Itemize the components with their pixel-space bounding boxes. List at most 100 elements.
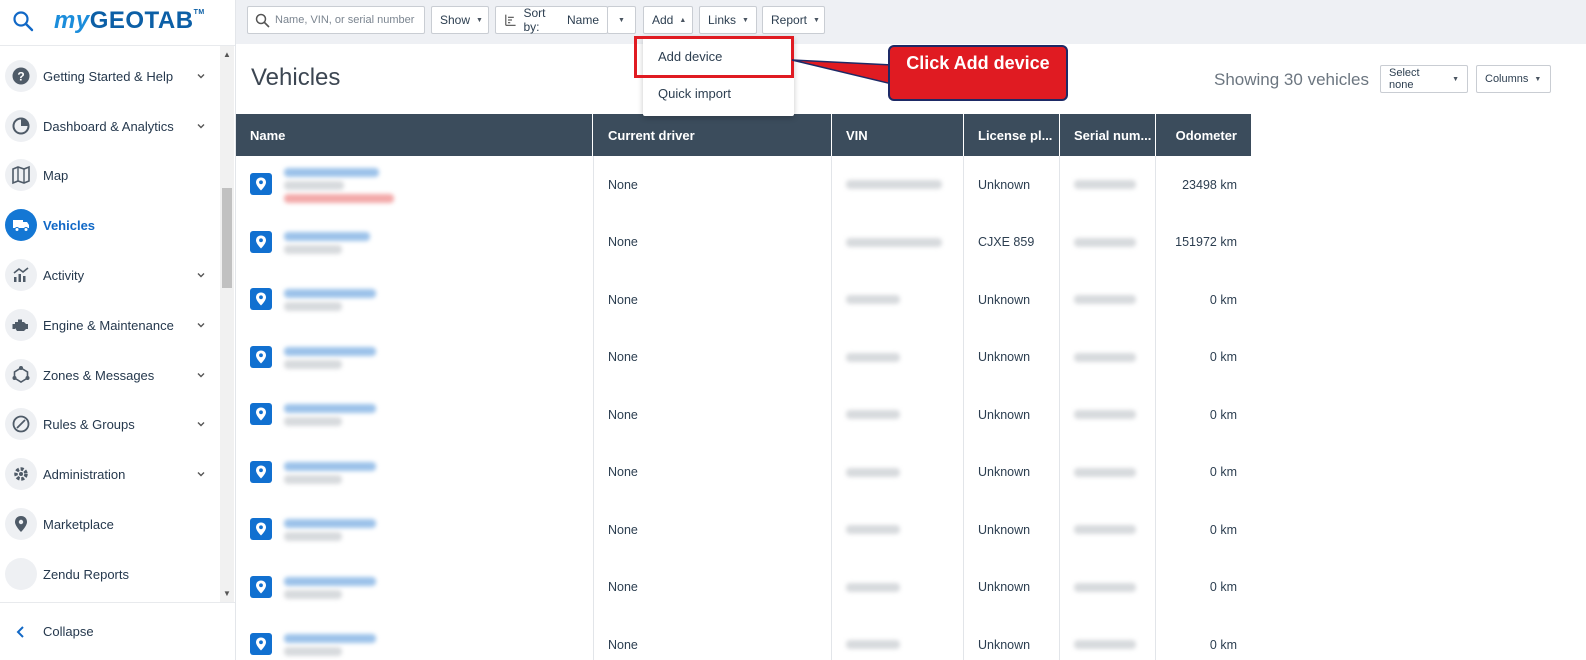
column-header-license-plate[interactable]: License pl... — [964, 114, 1060, 156]
vehicle-name[interactable] — [284, 576, 376, 586]
sidebar-item-label: Administration — [43, 466, 126, 482]
add-button[interactable]: Add ▲ — [643, 6, 693, 34]
table-row[interactable]: None Unknown 0 km — [236, 386, 1251, 443]
chevron-down-icon — [197, 422, 205, 427]
sidebar-item-engine[interactable]: Engine & Maintenance — [0, 302, 220, 348]
chevron-down-icon — [197, 472, 205, 477]
sidebar-item-dashboard[interactable]: Dashboard & Analytics — [0, 103, 220, 149]
table-row[interactable]: None Unknown 0 km — [236, 271, 1251, 328]
show-button[interactable]: Show ▼ — [431, 6, 489, 34]
caret-down-icon: ▼ — [813, 16, 820, 24]
report-label: Report — [771, 13, 808, 27]
links-label: Links — [708, 13, 737, 27]
cell-serial-number — [1060, 156, 1155, 213]
sidebar-item-map[interactable]: Map — [0, 152, 220, 198]
sidebar-item-zones[interactable]: Zones & Messages — [0, 352, 220, 398]
table-row[interactable]: None Unknown 0 km — [236, 329, 1251, 386]
serial-value — [1074, 410, 1136, 419]
map-pin-icon[interactable] — [250, 403, 272, 425]
column-header-serial-number[interactable]: Serial num... — [1060, 114, 1156, 156]
sidebar-item-getting-started[interactable]: ? Getting Started & Help — [0, 53, 220, 99]
links-button[interactable]: Links ▼ — [699, 6, 757, 34]
map-pin-icon[interactable] — [250, 575, 272, 598]
vehicle-name[interactable] — [284, 461, 376, 471]
serial-value — [1074, 582, 1136, 592]
column-header-name[interactable]: Name — [236, 114, 593, 156]
pie-chart-icon — [5, 110, 37, 142]
vehicle-subtitle — [284, 244, 342, 254]
map-pin-icon[interactable] — [250, 288, 272, 310]
table-row[interactable]: None Unknown 0 km — [236, 501, 1251, 558]
add-device-menu-item[interactable]: Add device — [643, 38, 794, 74]
search-icon — [255, 13, 270, 28]
column-header-driver[interactable]: Current driver — [594, 114, 832, 156]
sidebar-item-label: Activity — [43, 267, 85, 283]
sidebar-scrollbar[interactable] — [220, 46, 234, 602]
logo-row: myGEOTABTM — [0, 0, 235, 46]
map-pin-icon[interactable] — [250, 173, 272, 195]
vehicle-name[interactable] — [284, 634, 376, 643]
cell-vin — [832, 444, 963, 501]
sort-direction-button[interactable]: ▼ — [607, 6, 636, 34]
cell-vin — [832, 271, 963, 328]
map-pin-icon[interactable] — [250, 633, 272, 655]
vehicle-name[interactable] — [284, 404, 376, 413]
select-none-button[interactable]: Select none ▼ — [1380, 65, 1468, 93]
column-header-odometer[interactable]: Odometer — [1156, 114, 1251, 156]
marketplace-icon — [5, 508, 37, 540]
sidebar-item-rules[interactable]: Rules & Groups — [0, 401, 220, 447]
chevron-down-icon — [197, 373, 205, 378]
vehicle-name[interactable] — [284, 289, 376, 298]
search-input[interactable] — [275, 11, 421, 29]
map-pin-icon[interactable] — [250, 460, 272, 483]
quick-import-menu-item[interactable]: Quick import — [643, 75, 794, 111]
scroll-down-arrow-icon[interactable]: ▼ — [222, 589, 232, 599]
caret-down-icon: ▼ — [1452, 75, 1459, 83]
truck-icon — [5, 209, 37, 241]
app-root: myGEOTABTM ? Getting Started & Help Dash… — [0, 0, 1586, 660]
sidebar-scroll-thumb[interactable] — [222, 188, 232, 288]
vehicle-subtitle — [284, 532, 342, 541]
table-header: Name Current driver VIN License pl... Se… — [236, 114, 1251, 156]
scroll-up-arrow-icon[interactable]: ▲ — [222, 50, 232, 60]
cell-name — [236, 444, 593, 501]
table-row[interactable]: None Unknown 23498 km — [236, 156, 1251, 213]
vehicle-name[interactable] — [284, 519, 376, 528]
cell-driver: None — [608, 465, 638, 479]
annotation-callout: Click Add device — [888, 45, 1068, 101]
sort-button[interactable]: Sort by: Name — [495, 6, 608, 34]
sidebar-item-activity[interactable]: Activity — [0, 252, 220, 298]
map-pin-icon[interactable] — [250, 345, 272, 368]
geotab-logo[interactable]: myGEOTABTM — [54, 7, 205, 35]
cell-driver: None — [608, 522, 638, 537]
collapse-label: Collapse — [43, 624, 94, 639]
sidebar-item-marketplace[interactable]: Marketplace — [0, 501, 220, 547]
collapse-button[interactable]: Collapse — [0, 602, 235, 660]
sidebar-item-label: Vehicles — [43, 217, 96, 233]
vehicle-name[interactable] — [284, 231, 370, 241]
blank-icon — [5, 558, 37, 590]
sidebar-item-label: Engine & Maintenance — [43, 317, 174, 333]
map-pin-icon[interactable] — [250, 518, 272, 540]
table-row[interactable]: None Unknown 0 km — [236, 444, 1251, 501]
vehicle-name[interactable] — [284, 168, 379, 177]
table-row[interactable]: None Unknown 0 km — [236, 559, 1251, 616]
cell-serial-number — [1060, 214, 1155, 271]
map-pin-icon[interactable] — [250, 230, 272, 253]
column-header-vin[interactable]: VIN — [832, 114, 964, 156]
table-row[interactable]: None CJXE 859 151972 km — [236, 214, 1251, 271]
caret-down-icon: ▼ — [1534, 75, 1542, 83]
columns-button[interactable]: Columns ▼ — [1476, 65, 1551, 93]
sidebar-item-vehicles[interactable]: Vehicles — [0, 202, 220, 248]
sidebar-item-administration[interactable]: Administration — [0, 451, 220, 497]
search-icon[interactable] — [12, 10, 34, 32]
sidebar-item-label: Rules & Groups — [43, 416, 135, 432]
search-box[interactable] — [247, 6, 425, 34]
report-button[interactable]: Report ▼ — [762, 6, 825, 34]
cell-vin — [832, 559, 963, 616]
vehicle-name[interactable] — [284, 346, 376, 356]
cell-serial-number — [1060, 271, 1155, 328]
table-row[interactable]: None Unknown 0 km — [236, 616, 1251, 660]
sidebar-item-zendu-reports[interactable]: Zendu Reports — [0, 551, 220, 597]
vehicle-subtitle — [284, 474, 342, 484]
